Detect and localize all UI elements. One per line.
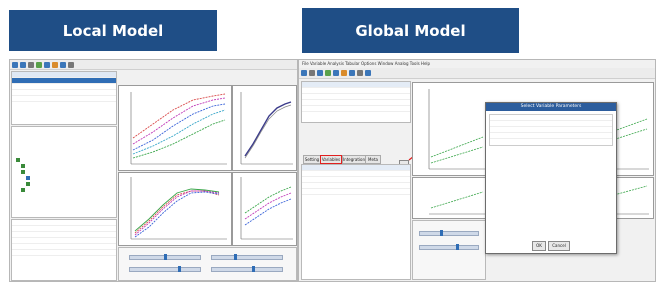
chart-icon[interactable] [333, 70, 339, 76]
ok-button[interactable]: OK [532, 241, 546, 251]
global-variable-detail[interactable] [301, 164, 411, 280]
local-model-screenshot [9, 59, 298, 282]
tree-node-icon[interactable] [21, 170, 25, 174]
global-menubar[interactable]: File Variable Analysis Tabular Options W… [299, 60, 655, 67]
slider-track[interactable] [419, 244, 479, 250]
slider-thumb[interactable] [440, 230, 443, 236]
table-row[interactable] [12, 250, 116, 256]
slider-thumb[interactable] [234, 254, 237, 260]
tree-node-icon[interactable] [21, 164, 25, 168]
slider-track[interactable] [211, 254, 283, 260]
slider-thumb[interactable] [252, 266, 255, 272]
cancel-button[interactable]: Cancel [548, 241, 570, 251]
slider-thumb[interactable] [456, 244, 459, 250]
settings-icon[interactable] [357, 70, 363, 76]
tab-integration[interactable]: Integration [342, 155, 366, 164]
dialog-title: Select Variable Parameters [486, 103, 616, 111]
global-model-title: Global Model [355, 21, 466, 40]
open-icon[interactable] [309, 70, 315, 76]
global-model-screenshot: File Variable Analysis Tabular Options W… [298, 59, 656, 282]
slider-thumb[interactable] [164, 254, 167, 260]
local-model-title: Local Model [62, 21, 164, 40]
list-item[interactable] [12, 96, 116, 102]
local-plot-top-right[interactable] [232, 85, 297, 171]
tree-node-icon[interactable] [26, 176, 30, 180]
settings-icon[interactable] [68, 61, 74, 68]
local-variable-list[interactable] [11, 71, 117, 125]
slider-track[interactable] [211, 266, 283, 272]
table-row[interactable] [302, 189, 410, 195]
slider-track[interactable] [129, 266, 201, 272]
tree-node-icon[interactable] [16, 158, 20, 162]
select-variable-parameters-dialog[interactable]: Select Variable Parameters OK Cancel [485, 102, 617, 254]
global-variable-grid[interactable] [301, 81, 411, 123]
global-slider-panel[interactable] [412, 220, 486, 280]
local-plot-top-left[interactable] [118, 85, 232, 171]
tab-meta[interactable]: Meta [365, 155, 381, 164]
parameter-table[interactable] [489, 114, 613, 146]
tab-setting[interactable]: Setting [303, 155, 321, 164]
local-plot-bottom-right[interactable] [232, 172, 297, 246]
save-icon[interactable] [28, 61, 34, 68]
grid-icon[interactable] [60, 61, 66, 68]
run-icon[interactable] [36, 61, 42, 68]
chart-icon[interactable] [44, 61, 50, 68]
tree-node-icon[interactable] [21, 188, 25, 192]
local-results-table[interactable] [11, 219, 117, 281]
local-plot-bottom-left-svg [130, 177, 227, 240]
local-plot-top-left-svg [130, 92, 227, 165]
slider-track[interactable] [129, 254, 201, 260]
save-icon[interactable] [317, 70, 323, 76]
table-row[interactable] [302, 106, 410, 112]
zoom-icon[interactable] [52, 61, 58, 68]
zoom-icon[interactable] [341, 70, 347, 76]
grid-icon[interactable] [349, 70, 355, 76]
slider-thumb[interactable] [178, 266, 181, 272]
table-row[interactable] [490, 133, 612, 139]
local-model-tree[interactable] [11, 126, 117, 218]
local-slider-panel[interactable] [118, 247, 297, 281]
new-icon[interactable] [301, 70, 307, 76]
global-model-banner: Global Model [302, 8, 519, 53]
local-plot-top-right-svg [240, 92, 293, 165]
tab-variables[interactable]: Variables [320, 155, 342, 164]
tree-node-icon[interactable] [26, 182, 30, 186]
local-model-banner: Local Model [9, 10, 217, 51]
local-plot-bottom-left[interactable] [118, 172, 232, 246]
local-plot-bottom-right-svg [240, 177, 293, 240]
new-icon[interactable] [12, 61, 18, 68]
run-icon[interactable] [325, 70, 331, 76]
global-toolbar [299, 68, 655, 79]
open-icon[interactable] [20, 61, 26, 68]
local-toolbar [10, 60, 297, 70]
export-icon[interactable] [365, 70, 371, 76]
slider-track[interactable] [419, 230, 479, 236]
